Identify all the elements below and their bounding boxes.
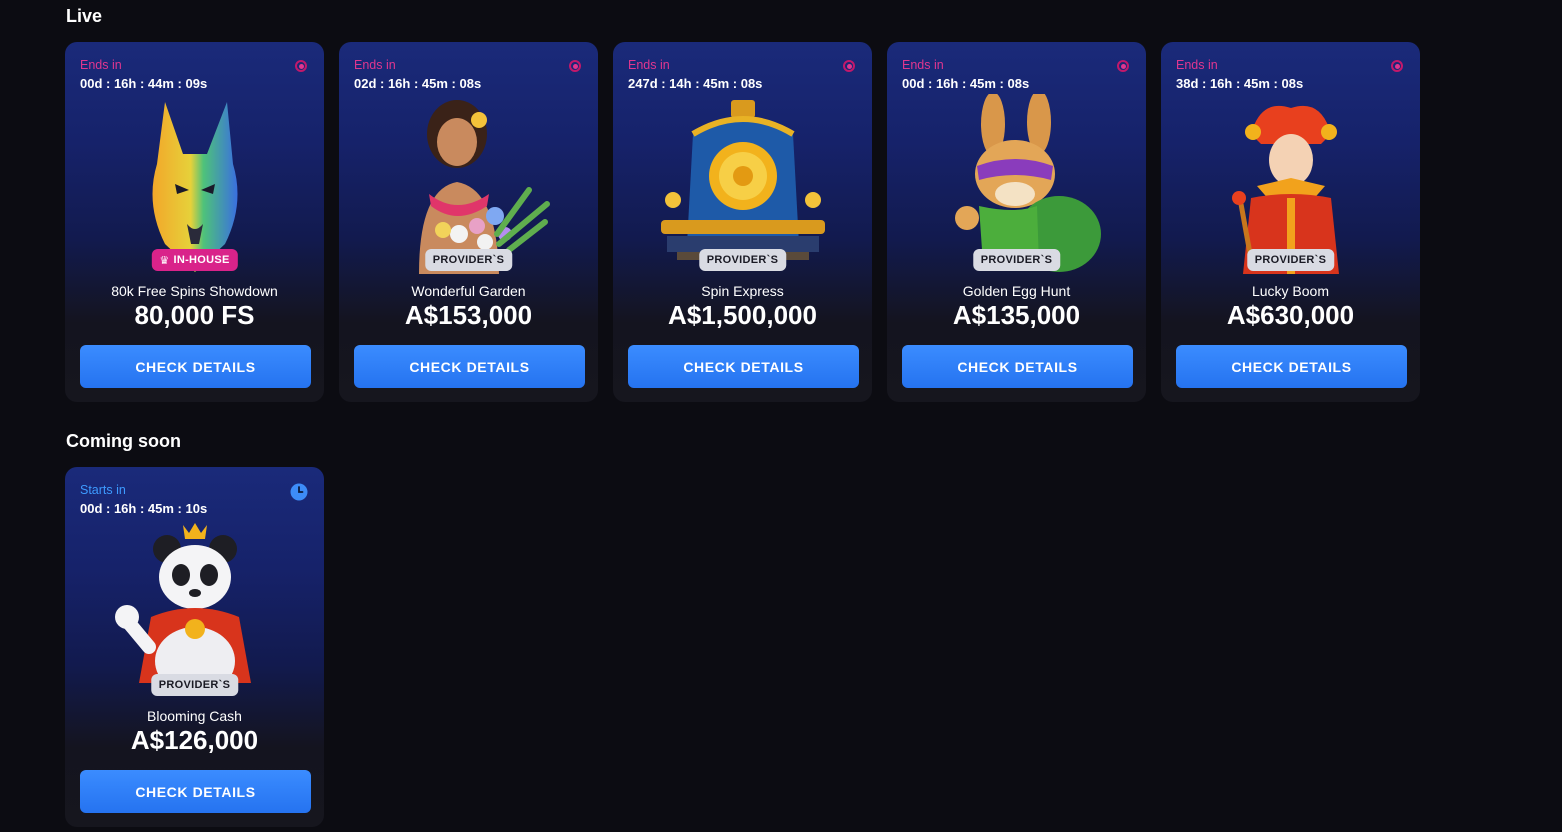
check-details-button[interactable]: CHECK DETAILS — [902, 345, 1133, 388]
section-title-live: Live — [66, 6, 103, 26]
train-icon — [661, 100, 825, 260]
provider-badge: PROVIDER`S — [424, 249, 513, 271]
live-indicator-icon — [569, 60, 581, 72]
check-details-button[interactable]: CHECK DETAILS — [1176, 345, 1407, 388]
prize-amount: A$153,000 — [404, 300, 533, 330]
check-details-button[interactable]: CHECK DETAILS — [354, 345, 585, 388]
crown-icon: ♛ — [159, 254, 170, 267]
section-title-coming-soon: Coming soon — [66, 431, 181, 451]
tournament-card[interactable]: Ends in 00d : 16h : 45m : 08s PROVIDER`S… — [887, 42, 1146, 402]
tournament-card[interactable]: Starts in 00d : 16h : 45m : 10s PROVIDER… — [65, 467, 324, 827]
provider-badge: PROVIDER`S — [150, 674, 239, 696]
prize-amount: A$135,000 — [952, 300, 1081, 330]
timer-label: Ends in — [80, 58, 122, 72]
coming-soon-row: Starts in 00d : 16h : 45m : 10s PROVIDER… — [65, 467, 324, 827]
tournament-card[interactable]: Ends in 38d : 16h : 45m : 08s PROVIDER`S… — [1161, 42, 1420, 402]
badge-label: PROVIDER`S — [158, 679, 231, 691]
badge-label: PROVIDER`S — [432, 254, 505, 266]
tournament-card[interactable]: Ends in 247d : 14h : 45m : 08s PROVIDER`… — [613, 42, 872, 402]
provider-badge: PROVIDER`S — [1246, 249, 1335, 271]
check-details-button[interactable]: CHECK DETAILS — [80, 345, 311, 388]
timer-label: Ends in — [902, 58, 944, 72]
prize-amount: 80,000 FS — [134, 300, 255, 330]
timer-label: Starts in — [80, 483, 126, 497]
check-details-button[interactable]: CHECK DETAILS — [628, 345, 859, 388]
tournament-name: Spin Express — [701, 283, 784, 299]
countdown-timer: 38d : 16h : 45m : 08s — [1176, 76, 1304, 91]
tournament-name: Blooming Cash — [147, 708, 242, 724]
badge-label: IN-HOUSE — [173, 254, 230, 266]
live-indicator-icon — [295, 60, 307, 72]
provider-badge: PROVIDER`S — [698, 249, 787, 271]
badge-label: PROVIDER`S — [980, 254, 1053, 266]
prize-amount: A$1,500,000 — [668, 300, 817, 330]
countdown-timer: 00d : 16h : 44m : 09s — [80, 76, 208, 91]
prize-amount: A$630,000 — [1226, 300, 1355, 330]
tournament-name: Golden Egg Hunt — [962, 283, 1071, 299]
badge-label: PROVIDER`S — [706, 254, 779, 266]
timer-label: Ends in — [628, 58, 670, 72]
countdown-timer: 02d : 16h : 45m : 08s — [354, 76, 482, 91]
countdown-timer: 247d : 14h : 45m : 08s — [628, 76, 763, 91]
timer-label: Ends in — [1176, 58, 1218, 72]
prize-amount: A$126,000 — [130, 725, 259, 755]
badge-label: PROVIDER`S — [1254, 254, 1327, 266]
clock-icon — [290, 483, 308, 501]
wolf-icon — [152, 102, 238, 272]
inhouse-badge: ♛ IN-HOUSE — [151, 249, 238, 271]
panda-icon — [115, 523, 251, 695]
live-indicator-icon — [1391, 60, 1403, 72]
flower-girl-icon — [419, 100, 550, 274]
timer-label: Ends in — [354, 58, 396, 72]
live-indicator-icon — [843, 60, 855, 72]
provider-badge: PROVIDER`S — [972, 249, 1061, 271]
countdown-timer: 00d : 16h : 45m : 08s — [902, 76, 1030, 91]
countdown-timer: 00d : 16h : 45m : 10s — [80, 501, 208, 516]
rabbit-icon — [955, 94, 1101, 272]
jester-icon — [1232, 105, 1339, 274]
tournament-name: 80k Free Spins Showdown — [111, 283, 278, 299]
tournament-card[interactable]: Ends in 02d : 16h : 45m : 08s PROVIDER`S… — [339, 42, 598, 402]
tournament-name: Wonderful Garden — [411, 283, 526, 299]
tournament-name: Lucky Boom — [1251, 283, 1330, 299]
tournament-card[interactable]: Ends in 00d : 16h : 44m : 09s ♛ IN-HOUSE… — [65, 42, 324, 402]
check-details-button[interactable]: CHECK DETAILS — [80, 770, 311, 813]
live-indicator-icon — [1117, 60, 1129, 72]
live-tournaments-row: Ends in 00d : 16h : 44m : 09s ♛ IN-HOUSE… — [65, 42, 1420, 402]
